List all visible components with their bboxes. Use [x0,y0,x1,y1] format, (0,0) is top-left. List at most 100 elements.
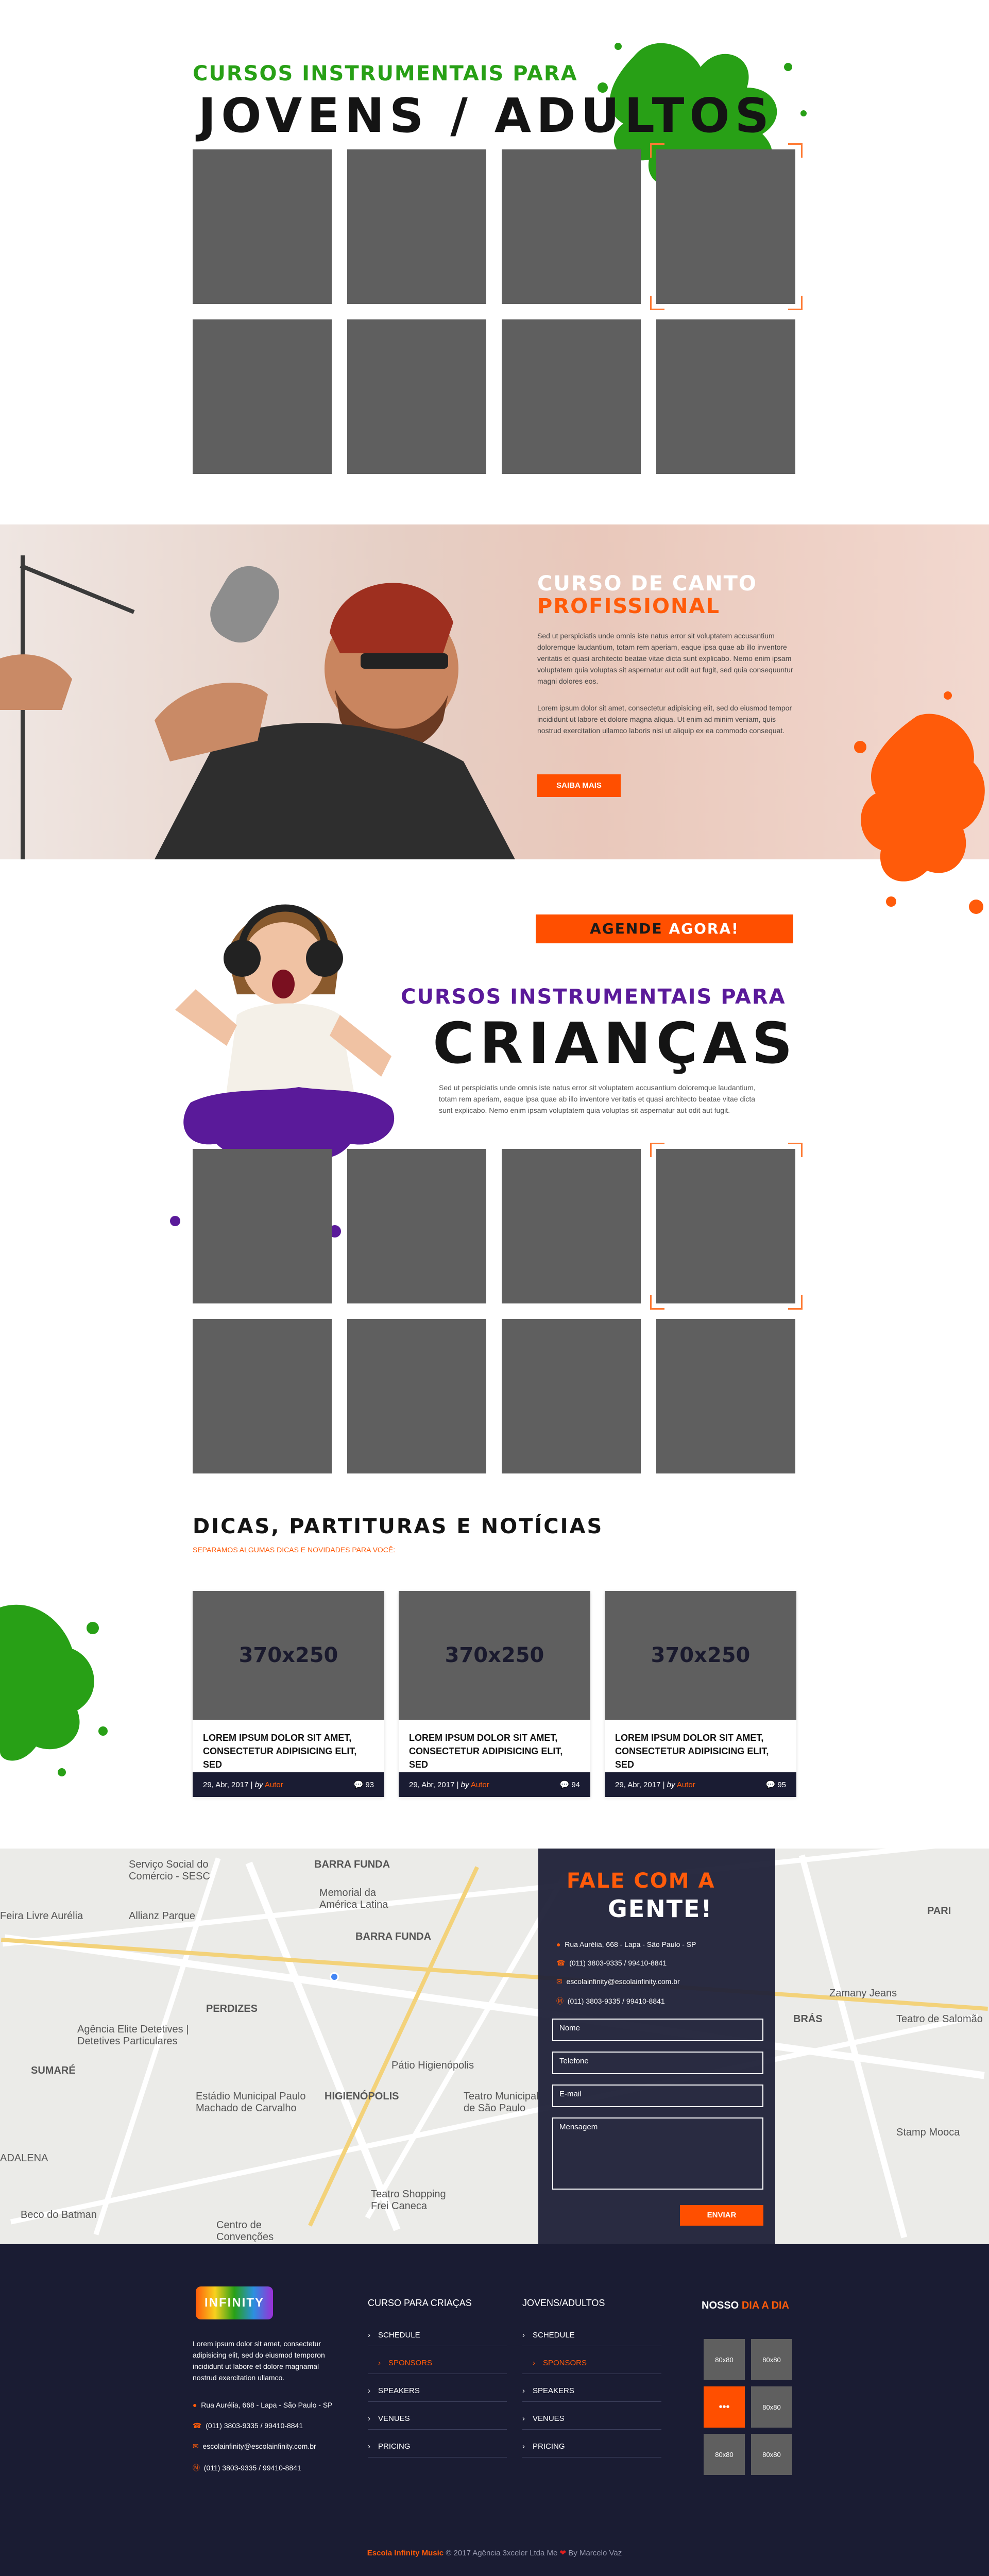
blog-card[interactable]: 370x250 LOREM IPSUM DOLOR SIT AMET, CONS… [399,1591,590,1797]
map-label: PERDIZES [206,2003,258,2014]
blog-image[interactable]: 370x250 [605,1591,796,1720]
footer-adults-title: JOVENS/ADULTOS [522,2298,605,2308]
blog-date-author: 29, Abr, 2017 | by Autor [203,1780,283,1789]
blog-comments[interactable]: 💬 95 [765,1780,786,1789]
copyright-brand[interactable]: Escola Infinity Music [367,2549,444,2557]
blog-card[interactable]: 370x250 LOREM IPSUM DOLOR SIT AMET, CONS… [605,1591,796,1797]
contact-email[interactable]: ✉ escolainfinity@escolainfinity.com.br [556,1977,680,1986]
singing-paragraph-2: Lorem ipsum dolor sit amet, consectetur … [537,704,792,735]
email-icon: ✉ [193,2442,199,2450]
corner-bracket [650,1295,664,1310]
map-label: BRÁS [793,2013,823,2025]
blog-date: 29, Abr, 2017 [203,1780,249,1789]
adults-course-tile-active[interactable] [656,149,795,304]
kids-course-tile[interactable] [656,1319,795,1473]
chevron-right-icon: › [522,2331,525,2340]
contact-skype-text: (011) 3803-9335 / 99410-8841 [567,1997,665,2005]
email-field[interactable]: E-mail [552,2084,763,2107]
footer-kids-link[interactable]: › VENUES [368,2414,507,2430]
blog-card[interactable]: 370x250 LOREM IPSUM DOLOR SIT AMET, CONS… [193,1591,384,1797]
blog-meta: 29, Abr, 2017 | by Autor 💬 93 [193,1772,384,1797]
footer-adults-link-active[interactable]: › SPONSORS [522,2359,661,2374]
footer: INFINITY Lorem ipsum dolor sit amet, con… [0,2244,989,2576]
singing-title-line2: PROFISSIONAL [537,595,720,618]
blog-image[interactable]: 370x250 [193,1591,384,1720]
footer-adults-link[interactable]: › SPEAKERS [522,2386,661,2402]
phone-field[interactable]: Telefone [552,2052,763,2074]
kids-course-tile-active[interactable] [656,1149,795,1303]
kids-course-tile[interactable] [347,1149,486,1303]
map-label: SUMARÉ [31,2065,76,2076]
adults-course-tile[interactable] [656,319,795,474]
corner-bracket [788,1143,803,1157]
footer-adults-link[interactable]: › PRICING [522,2442,661,2458]
kids-course-tile[interactable] [193,1319,332,1473]
chevron-right-icon: › [368,2414,370,2423]
chevron-right-icon: › [368,2331,370,2340]
blog-image[interactable]: 370x250 [399,1591,590,1720]
map-label: Memorial da América Latina [319,1887,388,1910]
gallery-thumb[interactable]: 80x80 [704,2339,745,2380]
blog-date: 29, Abr, 2017 [615,1780,661,1789]
footer-kids-link[interactable]: › SPEAKERS [368,2386,507,2402]
blog-date-author: 29, Abr, 2017 | by Autor [409,1780,489,1789]
footer-adults-link[interactable]: › SCHEDULE [522,2331,661,2346]
footer-adults-link[interactable]: › VENUES [522,2414,661,2430]
adults-course-tile[interactable] [502,319,641,474]
gallery-thumb[interactable]: 80x80 [751,2434,792,2475]
chevron-right-icon: › [368,2442,370,2451]
blog-author[interactable]: Autor [677,1781,695,1789]
blog-by: by [461,1780,469,1789]
news-title: DICAS, PARTITURAS E NOTÍCIAS [193,1515,604,1538]
contact-phone[interactable]: ☎ (011) 3803-9335 / 99410-8841 [556,1959,667,1968]
blog-title[interactable]: LOREM IPSUM DOLOR SIT AMET, CONSECTETUR … [193,1720,384,1772]
blog-comments[interactable]: 💬 94 [559,1780,580,1789]
skype-icon: Ⓜ [556,1997,564,2005]
footer-phone[interactable]: ☎ (011) 3803-9335 / 99410-8841 [193,2421,303,2430]
infinity-logo[interactable]: INFINITY [196,2286,273,2319]
adults-course-tile[interactable] [502,149,641,304]
gallery-thumb-active[interactable]: ••• [704,2386,745,2428]
blog-title[interactable]: LOREM IPSUM DOLOR SIT AMET, CONSECTETUR … [399,1720,590,1772]
adults-course-tile[interactable] [347,319,486,474]
kids-course-tile[interactable] [193,1149,332,1303]
kids-course-tile[interactable] [502,1319,641,1473]
footer-email[interactable]: ✉ escolainfinity@escolainfinity.com.br [193,2442,316,2451]
corner-bracket [788,296,803,310]
footer-kids-link-active[interactable]: › SPONSORS [368,2359,507,2374]
location-marker[interactable] [330,1972,339,1981]
footer-kids-link[interactable]: › PRICING [368,2442,507,2458]
footer-address-text: Rua Aurélia, 668 - Lapa - São Paulo - SP [201,2401,333,2409]
gallery-thumb[interactable]: 80x80 [751,2339,792,2380]
schedule-now-button[interactable]: AGENDE AGORA! [536,914,793,943]
link-label: SPEAKERS [378,2386,420,2395]
link-label: PRICING [533,2442,565,2451]
chevron-right-icon: › [368,2386,370,2395]
map-label: Stamp Mooca [896,2127,960,2138]
adults-course-tile[interactable] [193,319,332,474]
gallery-thumb[interactable]: 80x80 [704,2434,745,2475]
blog-comments[interactable]: 💬 93 [353,1780,374,1789]
contact-skype[interactable]: Ⓜ (011) 3803-9335 / 99410-8841 [556,1996,665,2006]
blog-title[interactable]: LOREM IPSUM DOLOR SIT AMET, CONSECTETUR … [605,1720,796,1772]
map-section[interactable]: Serviço Social do Comércio - SESC BARRA … [0,1849,989,2244]
kids-course-tile[interactable] [347,1319,486,1473]
blog-author[interactable]: Autor [471,1781,489,1789]
blog-author[interactable]: Autor [265,1781,283,1789]
adults-course-tile[interactable] [347,149,486,304]
singing-paragraph-1: Sed ut perspiciatis unde omnis iste natu… [537,632,793,685]
link-label: SPEAKERS [533,2386,574,2395]
name-field[interactable]: Nome [552,2019,763,2041]
footer-kids-link[interactable]: › SCHEDULE [368,2331,507,2346]
adults-course-tile[interactable] [193,149,332,304]
comment-count: 95 [777,1781,786,1789]
learn-more-button[interactable]: SAIBA MAIS [537,774,621,797]
kids-course-tile[interactable] [502,1149,641,1303]
map-label: Teatro Shopping Frei Caneca [371,2189,446,2212]
blog-meta: 29, Abr, 2017 | by Autor 💬 94 [399,1772,590,1797]
gallery-thumb[interactable]: 80x80 [751,2386,792,2428]
send-button[interactable]: ENVIAR [680,2205,763,2226]
chevron-right-icon: › [522,2442,525,2451]
footer-skype[interactable]: Ⓜ (011) 3803-9335 / 99410-8841 [193,2463,301,2473]
message-field[interactable]: Mensagem [552,2117,763,2190]
